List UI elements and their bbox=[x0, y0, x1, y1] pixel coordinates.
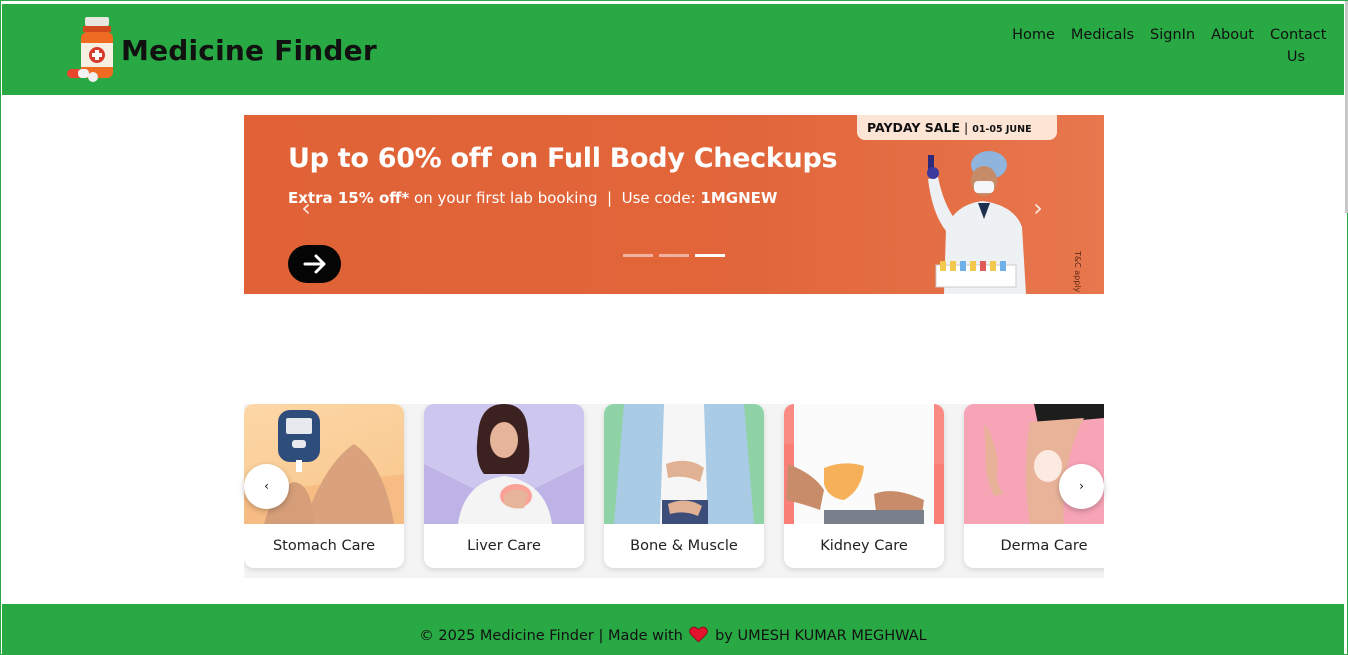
sale-tag-label: PAYDAY SALE bbox=[867, 120, 960, 135]
footer-author: by UMESH KUMAR MEGHWAL bbox=[710, 628, 927, 644]
main-nav: Home Medicals SignIn About Contact Us bbox=[1012, 24, 1326, 68]
category-label: Stomach Care bbox=[272, 538, 376, 554]
site-footer: © 2025 Medicine Finder | Made with by UM… bbox=[2, 604, 1344, 654]
carousel-next-button[interactable]: › bbox=[1028, 193, 1048, 223]
arrow-right-icon bbox=[303, 254, 326, 274]
brand-name: Medicine Finder bbox=[121, 33, 377, 67]
lab-technician-image bbox=[874, 149, 1044, 294]
slider-next-button[interactable]: › bbox=[1059, 464, 1104, 509]
page: Medicine Finder Home Medicals SignIn Abo… bbox=[0, 0, 1348, 655]
promo-title: Up to 60% off on Full Body Checkups bbox=[288, 143, 838, 174]
nav-contact-us[interactable]: Contact Us bbox=[1270, 24, 1326, 68]
stomach-image bbox=[604, 404, 764, 524]
carousel-indicator[interactable] bbox=[623, 254, 653, 257]
slider-prev-button[interactable]: ‹ bbox=[244, 464, 289, 509]
promo-sub-text: on your first lab booking | Use code: bbox=[409, 189, 701, 207]
heart-icon bbox=[689, 626, 709, 647]
promo-carousel[interactable]: PAYDAY SALE | 01-05 JUNE Up to 60% off on … bbox=[244, 115, 1104, 294]
category-card[interactable]: Bone & Muscle bbox=[604, 404, 764, 568]
sale-tag: PAYDAY SALE | 01-05 JUNE bbox=[857, 115, 1057, 140]
site-header: Medicine Finder Home Medicals SignIn Abo… bbox=[2, 4, 1344, 95]
promo-cta-button[interactable] bbox=[288, 245, 341, 283]
nav-about[interactable]: About bbox=[1211, 24, 1254, 68]
carousel-prev-button[interactable]: ‹ bbox=[296, 193, 316, 223]
category-slider: Stomach Care Liver Care Bone & Muscle Ki… bbox=[244, 404, 1104, 578]
category-card[interactable]: Kidney Care bbox=[784, 404, 944, 568]
sale-dates: 01-05 JUNE bbox=[972, 124, 1032, 135]
medicine-bottle-icon bbox=[65, 17, 119, 83]
category-label: Derma Care bbox=[1000, 538, 1088, 554]
promo-subtitle: Extra 15% off* on your first lab booking… bbox=[288, 189, 777, 207]
category-card[interactable]: Liver Care bbox=[424, 404, 584, 568]
chest-pain-image bbox=[424, 404, 584, 524]
liver-image bbox=[784, 404, 944, 524]
nav-home[interactable]: Home bbox=[1012, 24, 1055, 68]
nav-signin[interactable]: SignIn bbox=[1150, 24, 1195, 68]
footer-copyright: © 2025 Medicine Finder | Made with bbox=[419, 628, 688, 644]
carousel-indicator[interactable] bbox=[659, 254, 689, 257]
terms-note: T&C apply bbox=[1073, 251, 1082, 293]
carousel-indicators bbox=[623, 254, 725, 257]
category-label: Kidney Care bbox=[820, 538, 908, 554]
category-label: Liver Care bbox=[467, 538, 541, 554]
promo-code: 1MGNEW bbox=[700, 189, 778, 207]
brand[interactable]: Medicine Finder bbox=[65, 16, 377, 84]
category-label: Bone & Muscle bbox=[630, 538, 738, 554]
nav-medicals[interactable]: Medicals bbox=[1071, 24, 1134, 68]
carousel-indicator-active[interactable] bbox=[695, 254, 725, 257]
